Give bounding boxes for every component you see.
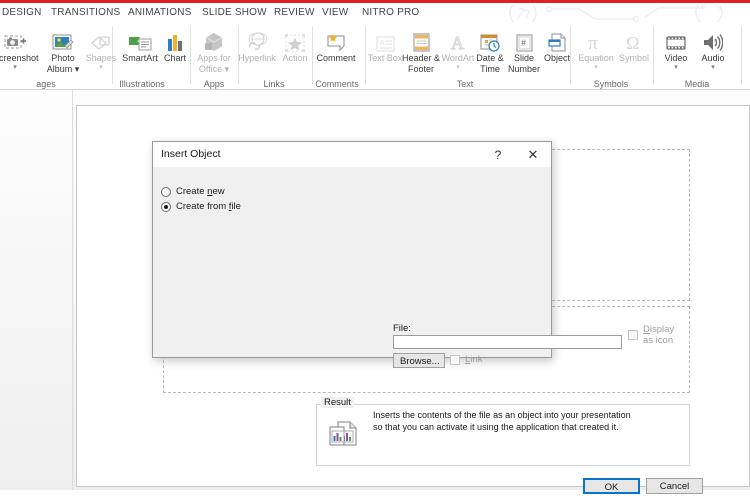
result-legend: Result [321,397,354,408]
powerpoint-window: DESIGN TRANSITIONS ANIMATIONS SLIDE SHOW REV… [0,0,750,500]
ribbon-tab-slide-show[interactable]: SLIDE SHOW [200,3,269,22]
close-icon[interactable]: ✕ [523,146,543,164]
svg-text:A: A [451,34,464,52]
result-description: Inserts the contents of the file as an o… [373,410,631,432]
chevron-down-icon[interactable]: ▾ [0,64,38,71]
browse-button[interactable]: Browse... [393,353,445,368]
slide-thumbnail-pane[interactable] [0,90,73,490]
dialog-title-bar[interactable]: Insert Object ? ✕ [153,142,551,167]
display-as-icon-label: Display as icon [643,324,675,346]
ribbon: ages Illustrations Apps Links Comments Text Sy… [0,22,750,90]
apps-for-office-button: Apps for Office ▾ [191,24,237,80]
dialog-title: Insert Object [161,148,221,160]
link-checkbox-row[interactable]: Link [450,354,482,365]
svg-text:Ω: Ω [626,33,639,52]
audio-icon [690,26,736,52]
symbol-label: Symbol [618,53,649,63]
dialog-body: Create new Create from file [153,167,551,359]
ribbon-tab-nitro-pro[interactable]: NITRO PRO [360,3,421,22]
apps-for-office-label: Apps for Office ▾ [197,53,231,74]
insert-object-dialog: Insert Object ? ✕ Create new Create from … [152,141,703,494]
object-document-icon [329,421,357,446]
ribbon-tab-design[interactable]: DESIGN [0,3,44,22]
screenshot-button[interactable]: Screenshot▾ [0,24,39,80]
symbol-button: Ω Symbol [611,24,657,80]
link-label: Link [465,354,483,365]
audio-label: Audio [701,53,725,63]
ribbon-group-separator [741,26,742,84]
create-from-file-radio[interactable] [161,201,171,212]
display-as-icon-checkbox[interactable] [628,330,638,340]
file-label: File: [393,323,411,334]
comment-button[interactable]: Comment [313,24,359,80]
link-checkbox[interactable] [450,354,460,365]
create-new-radio[interactable] [161,186,171,197]
screenshot-icon [0,26,38,52]
ribbon-tab-transitions[interactable]: TRANSITIONS [49,3,122,22]
ribbon-tab-animations[interactable]: ANIMATIONS [126,3,193,22]
ribbon-group-label: Media [684,79,710,89]
help-icon[interactable]: ? [489,146,507,164]
display-as-icon-row[interactable]: Display as icon [628,324,674,346]
ok-button[interactable]: OK [583,478,640,494]
cancel-button[interactable]: Cancel [646,478,703,494]
audio-button[interactable]: Audio ▾ [690,24,736,80]
action-icon [272,26,318,52]
action-label: Action [282,53,308,63]
ribbon-group-label: Comments [315,79,359,89]
file-path-input[interactable] [393,335,622,349]
create-from-file-radio-row[interactable]: Create from file [161,201,241,212]
chevron-down-icon[interactable]: ▾ [690,64,736,71]
create-from-file-radio-label: Create from file [176,201,241,212]
apps-for-office-icon [191,26,237,52]
svg-text:#: # [521,38,526,48]
ribbon-group-label: Apps [203,79,225,89]
create-new-radio-row[interactable]: Create new [161,186,225,197]
ribbon-tab-view[interactable]: VIEW [320,3,350,22]
action-button: Action [272,24,318,80]
ribbon-group-label: Text [456,79,474,89]
ribbon-tab-bar: DESIGN TRANSITIONS ANIMATIONS SLIDE SHOW REV… [0,3,750,25]
symbol-icon: Ω [611,26,657,52]
comment-label: Comment [316,53,356,63]
create-new-radio-label: Create new [176,186,225,197]
ribbon-tab-review[interactable]: REVIEW [272,3,317,22]
screenshot-label: Screenshot [0,53,39,63]
ribbon-group-label: Links [263,79,285,89]
svg-text:A: A [380,40,385,47]
comment-icon [313,26,359,52]
svg-text:π: π [588,33,598,52]
ribbon-group-label: Symbols [593,79,629,89]
